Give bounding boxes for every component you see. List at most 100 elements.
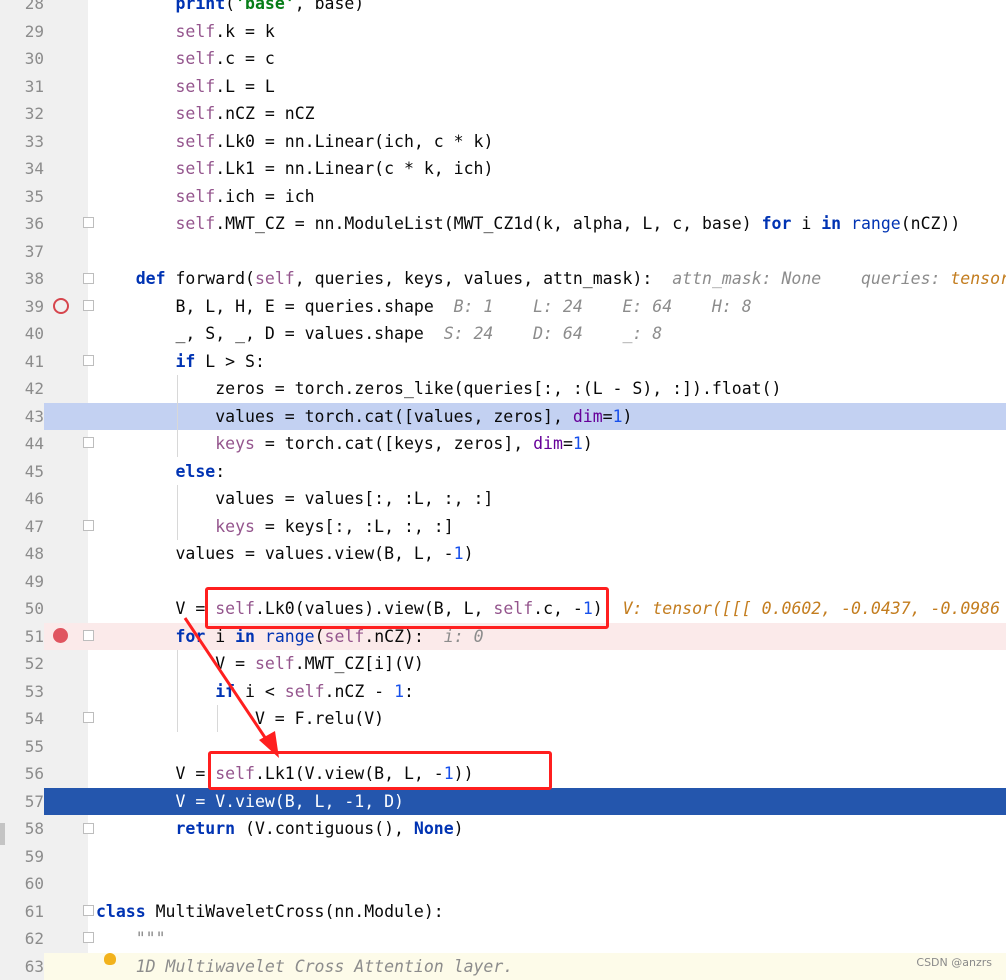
fold-icon[interactable]: [83, 273, 94, 284]
code-line[interactable]: 57 V = V.view(B, L, -1, D): [0, 788, 1006, 816]
code-line[interactable]: 34 self.Lk1 = nn.Linear(c * k, ich): [0, 155, 1006, 183]
line-number[interactable]: 37: [0, 238, 44, 266]
line-number[interactable]: 42: [0, 375, 44, 403]
code-line[interactable]: 40 _, S, _, D = values.shape S: 24 D: 64…: [0, 320, 1006, 348]
line-number[interactable]: 28: [0, 0, 44, 18]
fold-icon[interactable]: [83, 437, 94, 448]
fold-icon[interactable]: [83, 300, 94, 311]
fold-icon[interactable]: [83, 905, 94, 916]
code-text[interactable]: self.k = k: [96, 18, 275, 46]
line-number[interactable]: 43: [0, 403, 44, 431]
line-number[interactable]: 55: [0, 733, 44, 761]
line-number[interactable]: 59: [0, 843, 44, 871]
code-text[interactable]: values = values.view(B, L, -1): [96, 540, 474, 568]
code-text[interactable]: print('base', base): [96, 0, 364, 18]
lightbulb-icon[interactable]: [104, 953, 116, 965]
line-number[interactable]: 45: [0, 458, 44, 486]
code-text[interactable]: """: [96, 925, 166, 953]
code-line[interactable]: 44 keys = torch.cat([keys, zeros], dim=1…: [0, 430, 1006, 458]
code-text[interactable]: self.c = c: [96, 45, 275, 73]
fold-icon[interactable]: [83, 355, 94, 366]
code-text[interactable]: self.Lk1 = nn.Linear(c * k, ich): [96, 155, 493, 183]
line-number[interactable]: 32: [0, 100, 44, 128]
code-text[interactable]: if i < self.nCZ - 1:: [96, 678, 414, 706]
code-text[interactable]: self.L = L: [96, 73, 275, 101]
code-text[interactable]: self.MWT_CZ = nn.ModuleList(MWT_CZ1d(k, …: [96, 210, 960, 238]
code-line[interactable]: 29 self.k = k: [0, 18, 1006, 46]
code-text[interactable]: def forward(self, queries, keys, values,…: [96, 265, 1006, 293]
code-line[interactable]: 61class MultiWaveletCross(nn.Module):: [0, 898, 1006, 926]
line-number[interactable]: 39: [0, 293, 44, 321]
line-number[interactable]: 38: [0, 265, 44, 293]
breakpoint-icon[interactable]: [53, 628, 68, 643]
code-line[interactable]: 53 if i < self.nCZ - 1:: [0, 678, 1006, 706]
line-number[interactable]: 30: [0, 45, 44, 73]
fold-icon[interactable]: [83, 630, 94, 641]
line-number[interactable]: 36: [0, 210, 44, 238]
code-line[interactable]: 31 self.L = L: [0, 73, 1006, 101]
line-number[interactable]: 54: [0, 705, 44, 733]
breakpoint-disabled-icon[interactable]: [53, 298, 69, 314]
code-text[interactable]: self.Lk0 = nn.Linear(ich, c * k): [96, 128, 493, 156]
line-number[interactable]: 33: [0, 128, 44, 156]
code-text[interactable]: V = self.MWT_CZ[i](V): [96, 650, 424, 678]
code-line[interactable]: 46 values = values[:, :L, :, :]: [0, 485, 1006, 513]
code-line[interactable]: 35 self.ich = ich: [0, 183, 1006, 211]
line-number[interactable]: 53: [0, 678, 44, 706]
line-number[interactable]: 60: [0, 870, 44, 898]
line-number[interactable]: 35: [0, 183, 44, 211]
code-text[interactable]: V = F.relu(V): [96, 705, 384, 733]
code-text[interactable]: zeros = torch.zeros_like(queries[:, :(L …: [96, 375, 781, 403]
code-text[interactable]: keys = keys[:, :L, :, :]: [96, 513, 454, 541]
code-editor[interactable]: 28 print('base', base)29 self.k = k30 se…: [0, 0, 1006, 977]
code-line[interactable]: 54 V = F.relu(V): [0, 705, 1006, 733]
code-line[interactable]: 47 keys = keys[:, :L, :, :]: [0, 513, 1006, 541]
code-line[interactable]: 43 values = torch.cat([values, zeros], d…: [0, 403, 1006, 431]
scrollbar-thumb[interactable]: [0, 823, 5, 845]
code-line[interactable]: 37: [0, 238, 1006, 266]
code-line[interactable]: 45 else:: [0, 458, 1006, 486]
line-number[interactable]: 58: [0, 815, 44, 843]
code-text[interactable]: B, L, H, E = queries.shape B: 1 L: 24 E:…: [96, 293, 752, 321]
line-number[interactable]: 40: [0, 320, 44, 348]
fold-icon[interactable]: [83, 823, 94, 834]
code-line[interactable]: 38 def forward(self, queries, keys, valu…: [0, 265, 1006, 293]
code-text[interactable]: V = V.view(B, L, -1, D): [96, 788, 404, 816]
line-number[interactable]: 63: [0, 953, 44, 980]
line-number[interactable]: 47: [0, 513, 44, 541]
line-number[interactable]: 41: [0, 348, 44, 376]
line-number[interactable]: 61: [0, 898, 44, 926]
line-number[interactable]: 49: [0, 568, 44, 596]
line-number[interactable]: 52: [0, 650, 44, 678]
line-number[interactable]: 50: [0, 595, 44, 623]
code-text[interactable]: values = values[:, :L, :, :]: [96, 485, 493, 513]
line-number[interactable]: 29: [0, 18, 44, 46]
line-number[interactable]: 62: [0, 925, 44, 953]
line-number[interactable]: 51: [0, 623, 44, 651]
code-text[interactable]: self.nCZ = nCZ: [96, 100, 315, 128]
fold-icon[interactable]: [83, 932, 94, 943]
code-line[interactable]: 30 self.c = c: [0, 45, 1006, 73]
code-line[interactable]: 28 print('base', base): [0, 0, 1006, 18]
fold-icon[interactable]: [83, 712, 94, 723]
code-line[interactable]: 48 values = values.view(B, L, -1): [0, 540, 1006, 568]
code-line[interactable]: 33 self.Lk0 = nn.Linear(ich, c * k): [0, 128, 1006, 156]
code-line[interactable]: 39 B, L, H, E = queries.shape B: 1 L: 24…: [0, 293, 1006, 321]
line-number[interactable]: 56: [0, 760, 44, 788]
code-text[interactable]: _, S, _, D = values.shape S: 24 D: 64 _:…: [96, 320, 662, 348]
code-line[interactable]: 52 V = self.MWT_CZ[i](V): [0, 650, 1006, 678]
code-text[interactable]: if L > S:: [96, 348, 265, 376]
line-number[interactable]: 57: [0, 788, 44, 816]
line-number[interactable]: 44: [0, 430, 44, 458]
code-line[interactable]: 41 if L > S:: [0, 348, 1006, 376]
line-number[interactable]: 46: [0, 485, 44, 513]
code-text[interactable]: return (V.contiguous(), None): [96, 815, 464, 843]
code-line[interactable]: 60: [0, 870, 1006, 898]
code-line[interactable]: 36 self.MWT_CZ = nn.ModuleList(MWT_CZ1d(…: [0, 210, 1006, 238]
line-number[interactable]: 34: [0, 155, 44, 183]
code-text[interactable]: else:: [96, 458, 225, 486]
code-line[interactable]: 59: [0, 843, 1006, 871]
fold-icon[interactable]: [83, 520, 94, 531]
line-number[interactable]: 48: [0, 540, 44, 568]
code-text[interactable]: keys = torch.cat([keys, zeros], dim=1): [96, 430, 593, 458]
